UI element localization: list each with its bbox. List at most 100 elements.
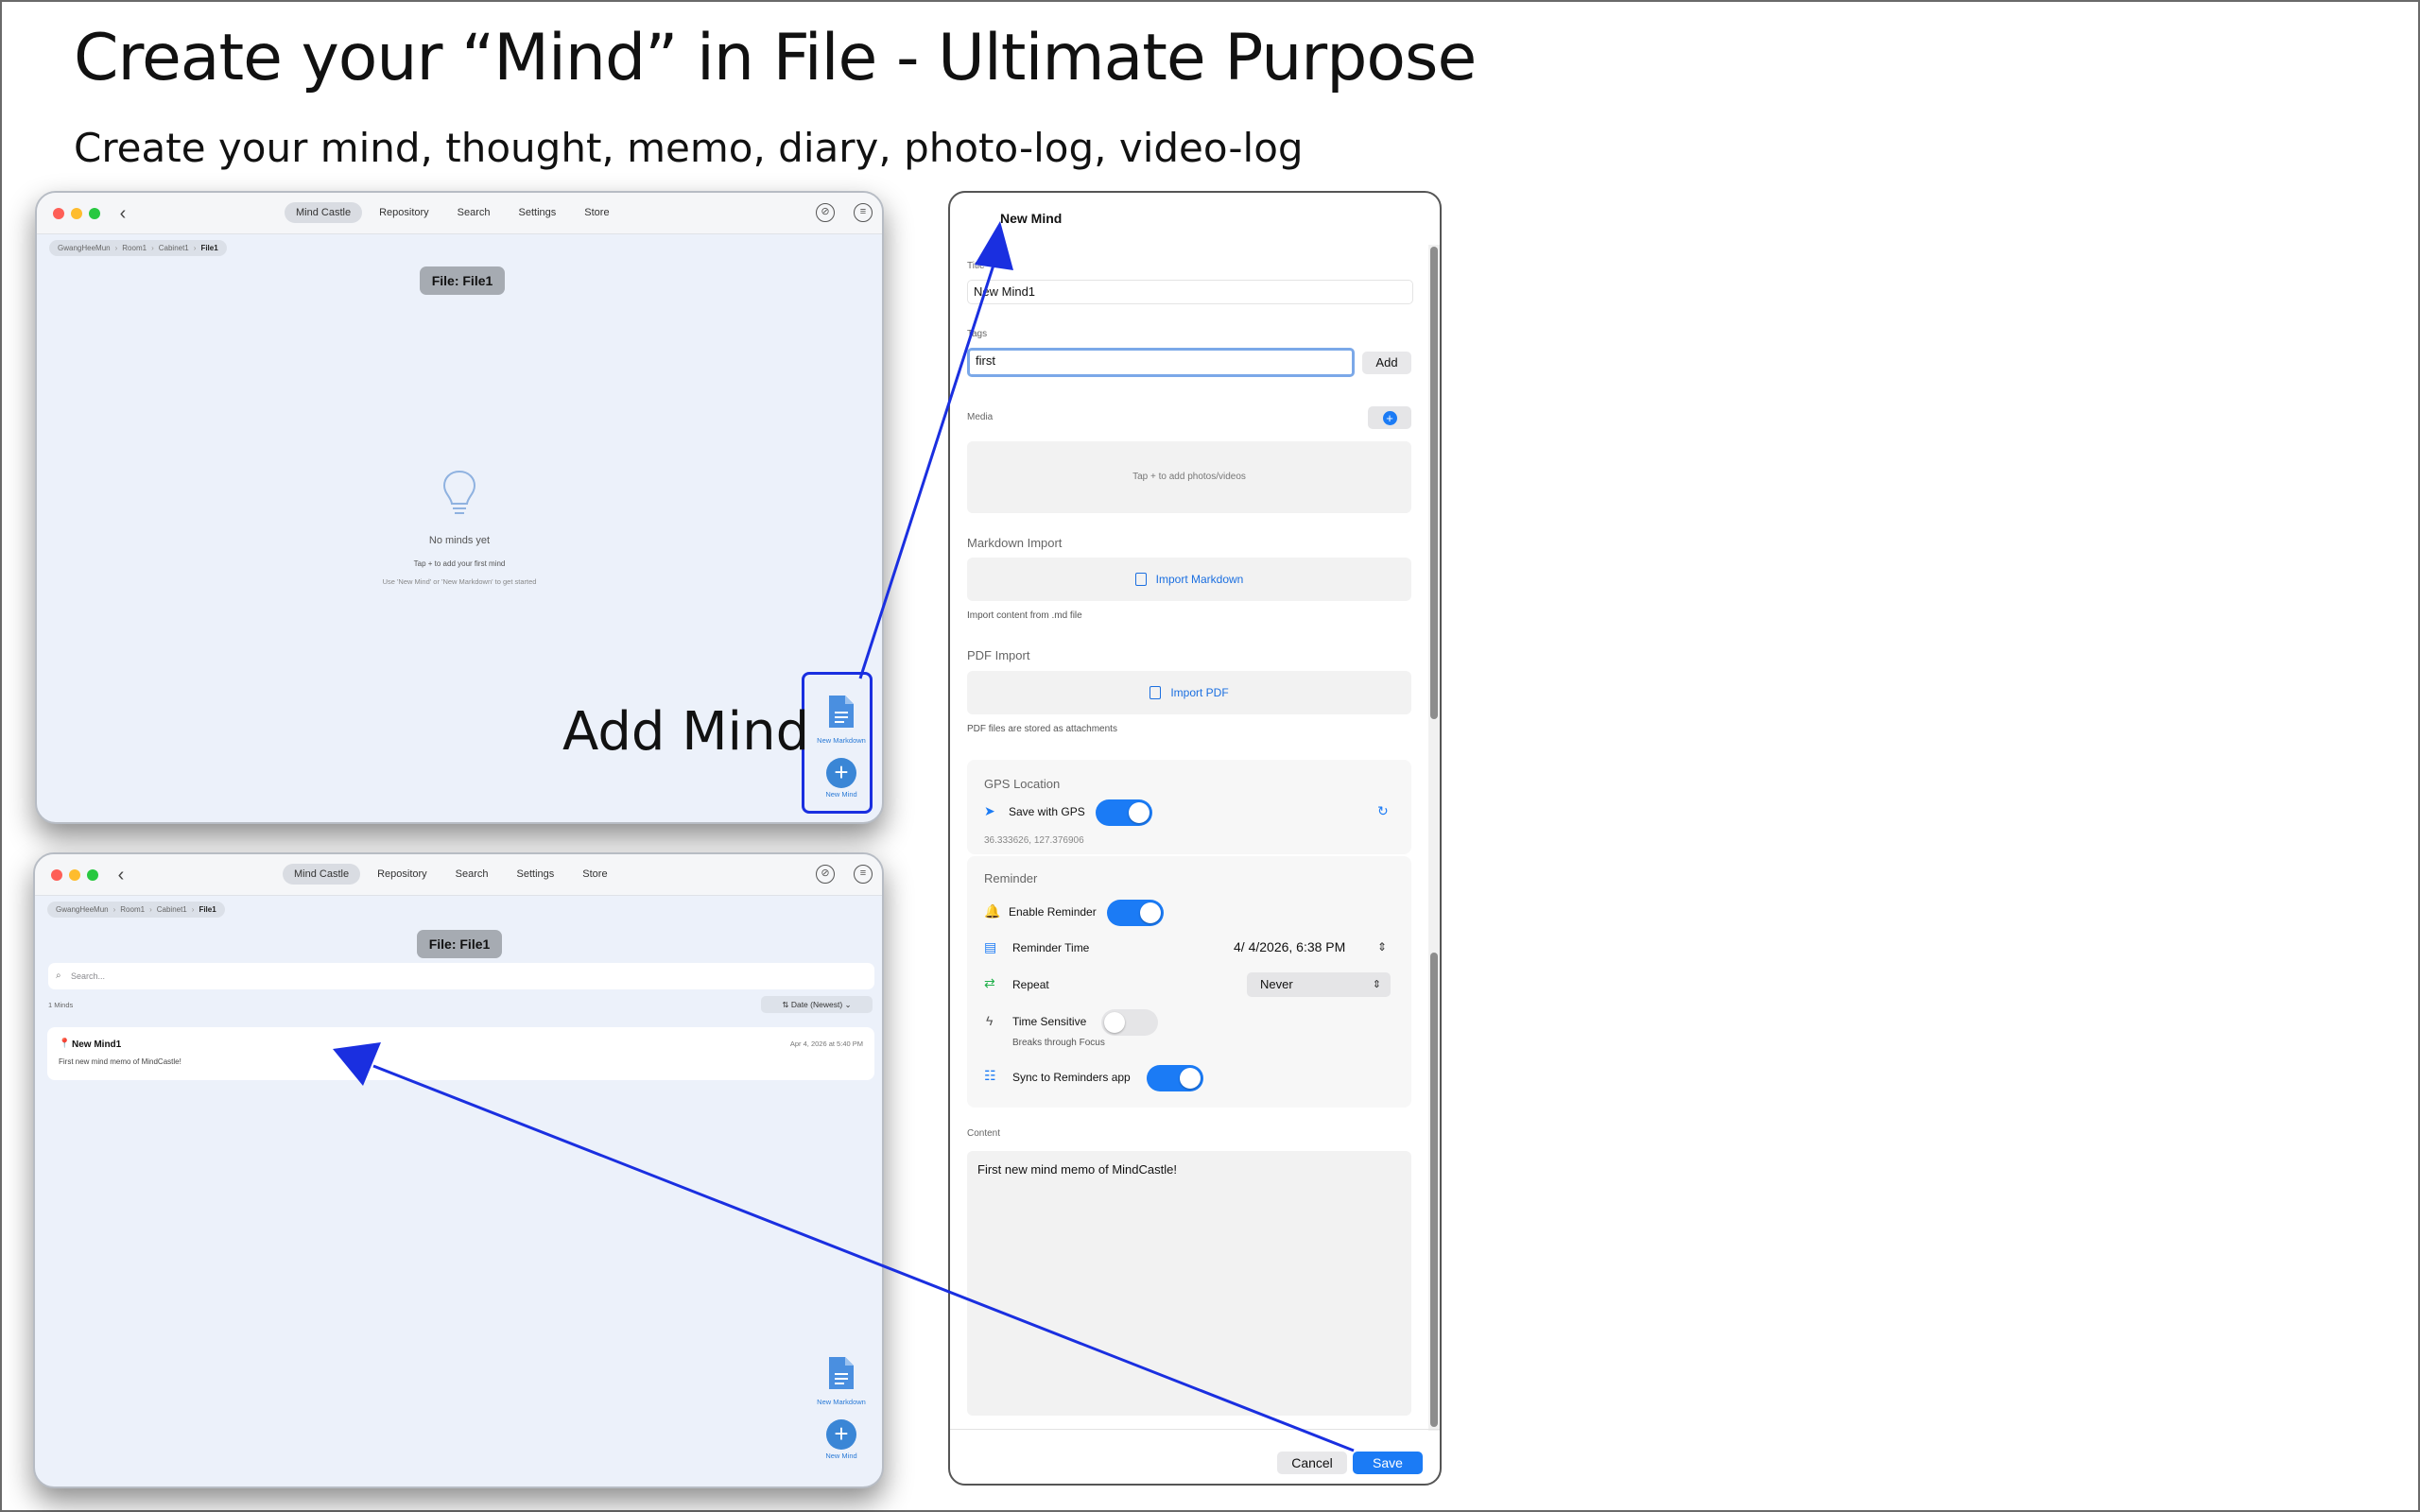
gps-label: GPS Location xyxy=(984,777,1061,791)
refresh-icon[interactable]: ↻ xyxy=(1377,803,1389,818)
sync-reminders-toggle[interactable] xyxy=(1147,1065,1203,1091)
new-mind-label: New Mind xyxy=(825,1452,857,1460)
scrollbar-thumb[interactable] xyxy=(1430,953,1438,1427)
breadcrumb-item[interactable]: Room1 xyxy=(120,905,145,914)
tags-field[interactable]: first xyxy=(967,348,1355,377)
tab-mind-castle[interactable]: Mind Castle xyxy=(283,864,361,885)
time-sensitive-toggle[interactable] xyxy=(1101,1009,1158,1036)
sheet-footer-divider xyxy=(950,1429,1440,1430)
tab-repository[interactable]: Repository xyxy=(368,202,441,223)
bell-icon: 🔔 xyxy=(984,903,1001,919)
breadcrumb-item[interactable]: Room1 xyxy=(122,244,147,252)
mind-date: Apr 4, 2026 at 5:40 PM xyxy=(789,1040,863,1048)
checklist-icon: ☷ xyxy=(984,1068,996,1083)
repeat-label: Repeat xyxy=(1012,978,1049,991)
save-button[interactable]: Save xyxy=(1353,1452,1423,1474)
page-subtitle: Create your mind, thought, memo, diary, … xyxy=(74,125,1304,171)
document-icon xyxy=(1134,573,1147,586)
close-window-button[interactable] xyxy=(53,208,64,219)
chevron-left-icon[interactable]: ‹ xyxy=(112,202,133,225)
breadcrumb: GwangHeeMun › Room1 › Cabinet1 › File1 xyxy=(47,902,225,918)
add-tag-button[interactable]: Add xyxy=(1362,352,1411,374)
media-dropzone[interactable]: Tap + to add photos/videos xyxy=(967,441,1411,513)
minimize-window-button[interactable] xyxy=(71,208,82,219)
enable-reminder-label: Enable Reminder xyxy=(1009,905,1097,919)
tab-search[interactable]: Search xyxy=(444,864,500,885)
tab-mind-castle[interactable]: Mind Castle xyxy=(285,202,363,223)
enable-reminder-toggle[interactable] xyxy=(1107,900,1164,926)
scrollbar-thumb[interactable] xyxy=(1430,247,1438,719)
window-titlebar: ‹ Mind Castle Repository Search Settings… xyxy=(35,854,882,896)
tab-repository[interactable]: Repository xyxy=(366,864,439,885)
empty-hint: Use 'New Mind' or 'New Markdown' to get … xyxy=(382,577,537,586)
add-mind-caption: Add Mind xyxy=(562,701,810,763)
mind-list-item[interactable]: 📍 New Mind1 Apr 4, 2026 at 5:40 PM First… xyxy=(47,1027,874,1080)
content-textarea[interactable]: First new mind memo of MindCastle! xyxy=(967,1151,1411,1416)
breadcrumb-item[interactable]: GwangHeeMun xyxy=(56,905,109,914)
mind-preview: First new mind memo of MindCastle! xyxy=(59,1057,182,1066)
markdown-import-label: Markdown Import xyxy=(967,536,1063,550)
search-icon: ⌕ xyxy=(56,971,61,981)
chevron-left-icon[interactable]: ‹ xyxy=(111,864,131,886)
database-icon[interactable]: ≡ xyxy=(854,203,873,222)
new-mind-button[interactable]: + New Mind xyxy=(808,1419,874,1460)
gps-coordinates: 36.333626, 127.376906 xyxy=(984,835,1084,846)
tab-search[interactable]: Search xyxy=(446,202,502,223)
title-field[interactable]: New Mind1 xyxy=(967,280,1413,304)
bolt-icon: ϟ xyxy=(986,1013,994,1028)
tab-store[interactable]: Store xyxy=(573,202,620,223)
import-markdown-label: Import Markdown xyxy=(1155,573,1244,586)
import-markdown-button[interactable]: Import Markdown xyxy=(967,558,1411,601)
tab-store[interactable]: Store xyxy=(571,864,618,885)
plus-icon: + xyxy=(1382,411,1397,425)
sort-icon: ⇅ xyxy=(782,1000,791,1009)
mind-title: New Mind1 xyxy=(72,1040,122,1050)
reminder-time-label: Reminder Time xyxy=(1012,941,1090,954)
breadcrumb-current: File1 xyxy=(199,905,216,914)
import-pdf-button[interactable]: Import PDF xyxy=(967,671,1411,714)
save-with-gps-label: Save with GPS xyxy=(1009,805,1085,818)
app-window-list: ‹ Mind Castle Repository Search Settings… xyxy=(33,852,884,1488)
main-tabs: Mind Castle Repository Search Settings S… xyxy=(283,864,619,885)
time-sensitive-note: Breaks through Focus xyxy=(1012,1038,1105,1048)
markdown-note: Import content from .md file xyxy=(967,610,1082,621)
empty-subtitle: Tap + to add your first mind xyxy=(413,559,506,568)
new-markdown-button[interactable]: New Markdown xyxy=(808,1355,874,1406)
tab-settings[interactable]: Settings xyxy=(506,864,566,885)
pdf-icon xyxy=(1150,686,1162,699)
pin-icon: 📍 xyxy=(59,1039,71,1049)
sheet-title: New Mind xyxy=(1000,211,1063,226)
zoom-window-button[interactable] xyxy=(87,869,98,881)
compass-icon[interactable]: ⊘ xyxy=(816,203,835,222)
search-placeholder: Search... xyxy=(71,971,106,981)
zoom-window-button[interactable] xyxy=(89,208,100,219)
close-window-button[interactable] xyxy=(51,869,62,881)
repeat-select[interactable]: Never ⇕ xyxy=(1247,972,1391,997)
title-label: Title xyxy=(967,261,985,271)
search-input[interactable]: ⌕ Search... xyxy=(48,963,874,989)
new-markdown-label: New Markdown xyxy=(817,1398,866,1406)
add-media-button[interactable]: + xyxy=(1368,406,1411,429)
reminder-label: Reminder xyxy=(984,871,1038,885)
sort-dropdown[interactable]: ⇅ Date (Newest) ⌄ xyxy=(761,996,873,1013)
cancel-button[interactable]: Cancel xyxy=(1277,1452,1347,1474)
tab-settings[interactable]: Settings xyxy=(508,202,568,223)
reminder-time-picker[interactable]: 4/ 4/2026, 6:38 PM xyxy=(1234,939,1345,954)
stepper-icon[interactable]: ⇕ xyxy=(1377,939,1387,954)
breadcrumb-item[interactable]: GwangHeeMun xyxy=(58,244,111,252)
sort-label: Date (Newest) xyxy=(790,1000,843,1009)
gps-toggle[interactable] xyxy=(1096,799,1152,826)
content-label: Content xyxy=(967,1128,1001,1139)
traffic-lights xyxy=(51,869,98,881)
import-pdf-label: Import PDF xyxy=(1170,686,1229,699)
breadcrumb-item[interactable]: Cabinet1 xyxy=(157,905,187,914)
database-icon[interactable]: ≡ xyxy=(854,865,873,884)
traffic-lights xyxy=(53,208,100,219)
pdf-note: PDF files are stored as attachments xyxy=(967,724,1117,734)
minimize-window-button[interactable] xyxy=(69,869,80,881)
empty-title: No minds yet xyxy=(428,535,491,546)
time-sensitive-label: Time Sensitive xyxy=(1012,1015,1087,1028)
file-title: File: File1 xyxy=(417,930,502,958)
compass-icon[interactable]: ⊘ xyxy=(816,865,835,884)
breadcrumb-item[interactable]: Cabinet1 xyxy=(159,244,189,252)
